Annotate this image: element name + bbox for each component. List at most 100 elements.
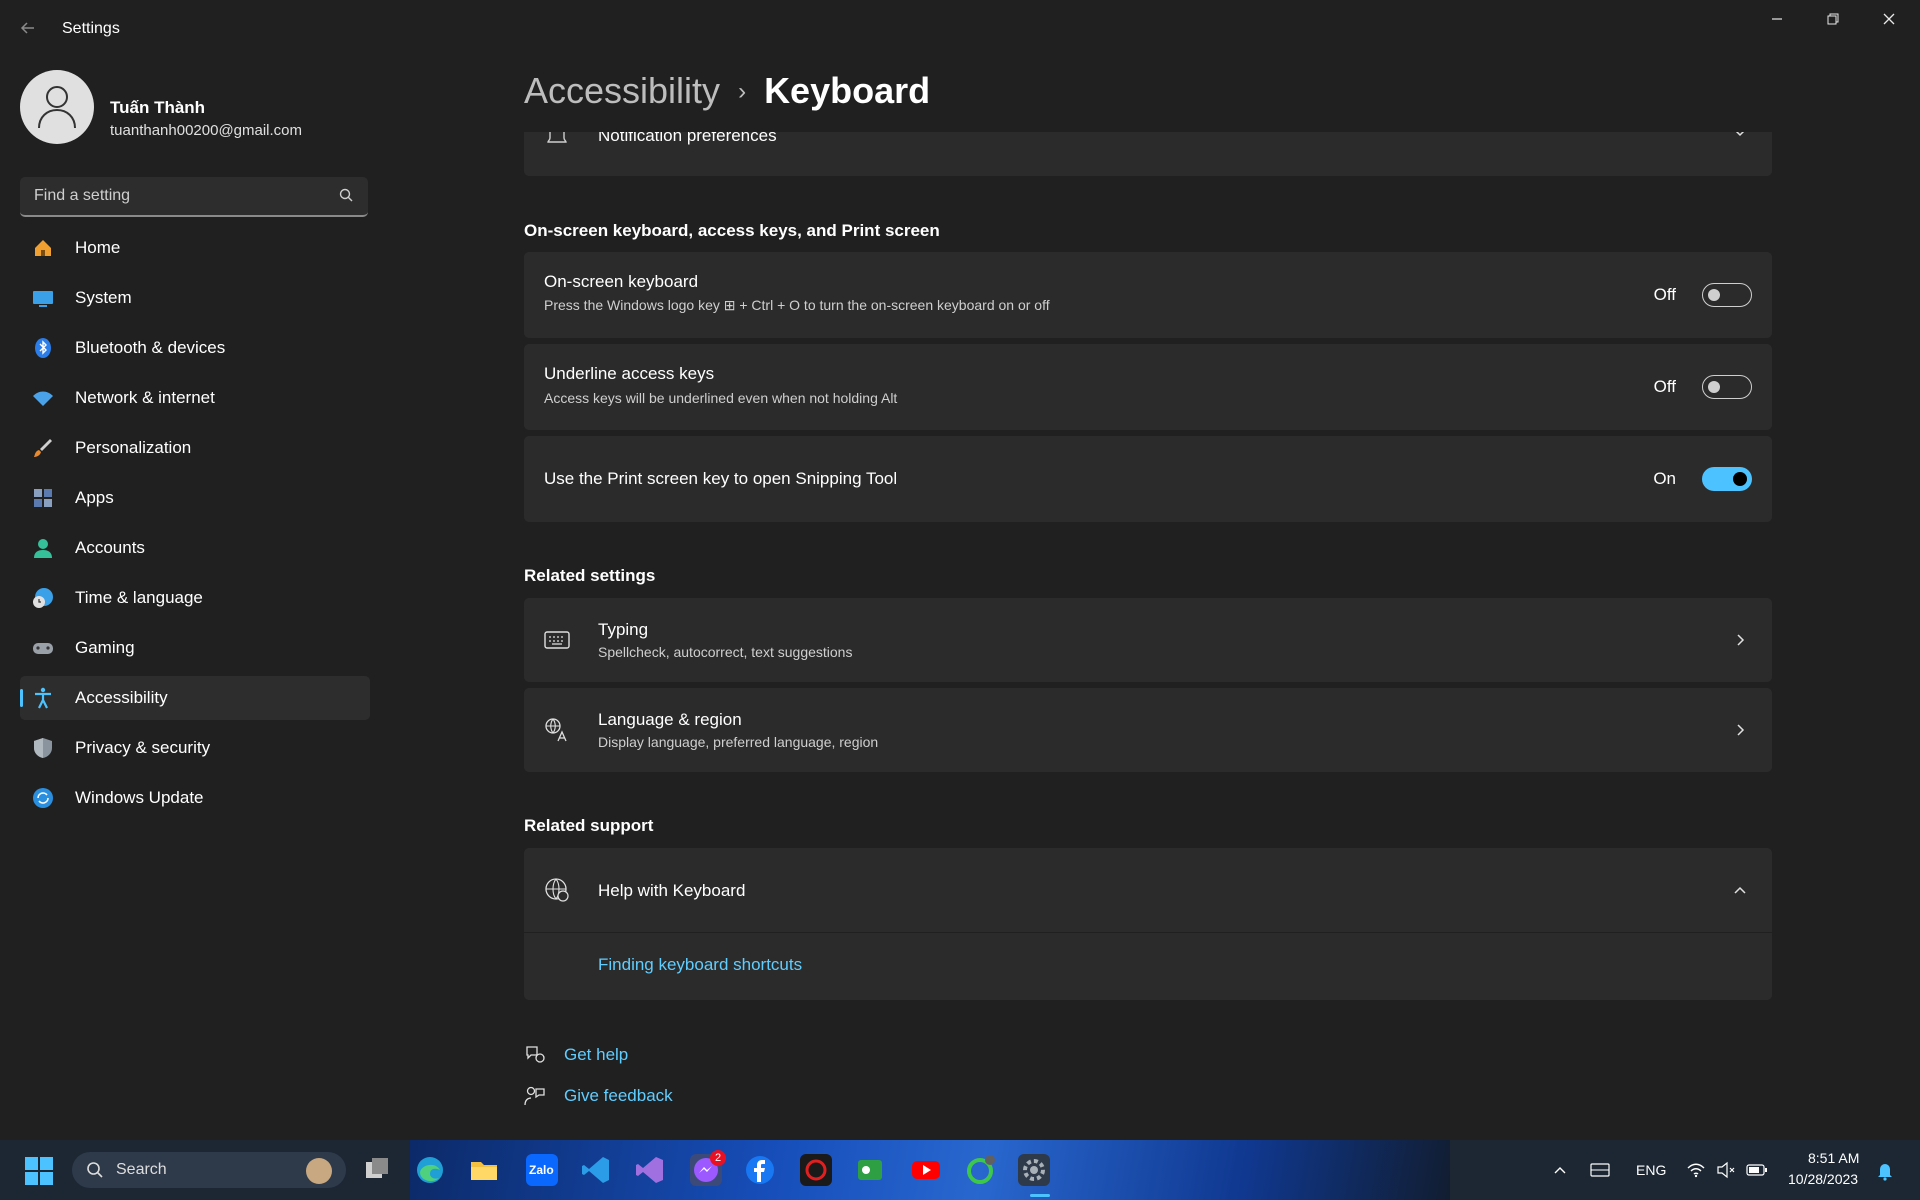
breadcrumb-separator: › bbox=[738, 78, 747, 105]
facebook-icon[interactable] bbox=[744, 1154, 776, 1186]
breadcrumb-parent[interactable]: Accessibility bbox=[524, 70, 720, 111]
edge-icon[interactable] bbox=[414, 1154, 446, 1186]
help-expanded-panel: Finding keyboard shortcuts bbox=[524, 933, 1772, 1000]
task-view-icon[interactable] bbox=[362, 1154, 394, 1186]
zalo-icon[interactable]: Zalo bbox=[526, 1154, 558, 1186]
taskbar-search[interactable]: Search bbox=[72, 1152, 346, 1188]
file-explorer-icon[interactable] bbox=[468, 1154, 500, 1186]
accessibility-icon bbox=[32, 687, 54, 709]
garena-icon[interactable] bbox=[800, 1154, 832, 1186]
row-subtitle: Press the Windows logo key ⊞ + Ctrl + O … bbox=[544, 297, 1050, 313]
breadcrumb: Accessibility › Keyboard bbox=[524, 70, 930, 112]
update-icon bbox=[32, 787, 54, 809]
sidebar-item-network[interactable]: Network & internet bbox=[20, 376, 370, 420]
messenger-icon[interactable]: 2 bbox=[690, 1150, 726, 1186]
home-icon bbox=[32, 237, 54, 259]
sidebar-item-accounts[interactable]: Accounts bbox=[20, 526, 370, 570]
row-title: On-screen keyboard bbox=[544, 272, 699, 291]
get-help-icon bbox=[524, 1044, 545, 1064]
clock-globe-icon bbox=[32, 587, 54, 609]
visual-studio-icon[interactable] bbox=[634, 1154, 666, 1186]
sidebar-item-label: Gaming bbox=[75, 638, 135, 657]
chevron-right-icon bbox=[1732, 722, 1748, 738]
taskbar: Search Zalo 2 ENG 8:51 AM 10/28/2023 bbox=[0, 1140, 1920, 1200]
app-title: Settings bbox=[62, 20, 120, 37]
onscreen-keyboard-row: On-screen keyboard Press the Windows log… bbox=[524, 252, 1772, 338]
search-highlight-icon bbox=[306, 1158, 332, 1184]
start-icon[interactable] bbox=[24, 1156, 54, 1191]
row-subtitle: Spellcheck, autocorrect, text suggestion… bbox=[598, 644, 853, 660]
sidebar-item-accessibility[interactable]: Accessibility bbox=[20, 676, 370, 720]
notification-preferences-row[interactable]: Notification preferences bbox=[524, 132, 1772, 176]
zalo-label: Zalo bbox=[529, 1163, 554, 1177]
search-icon bbox=[338, 187, 354, 208]
close-button[interactable] bbox=[1866, 8, 1912, 32]
keyboard-tray-icon[interactable] bbox=[1590, 1161, 1610, 1184]
typing-row[interactable]: Typing Spellcheck, autocorrect, text sug… bbox=[524, 598, 1772, 682]
give-feedback-link[interactable]: Give feedback bbox=[564, 1086, 673, 1106]
clock-date[interactable]: 10/28/2023 bbox=[1788, 1171, 1858, 1187]
section-title-related-support: Related support bbox=[524, 816, 654, 835]
clock-time[interactable]: 8:51 AM bbox=[1808, 1150, 1859, 1166]
messenger-badge: 2 bbox=[710, 1150, 726, 1166]
chevron-up-icon[interactable] bbox=[1552, 1162, 1568, 1183]
green-app-icon[interactable] bbox=[964, 1154, 996, 1186]
row-title: Typing bbox=[598, 620, 649, 639]
language-region-row[interactable]: Language & region Display language, pref… bbox=[524, 688, 1772, 772]
shield-icon bbox=[32, 737, 54, 759]
sidebar-item-label: Apps bbox=[75, 488, 114, 507]
system-icon bbox=[32, 287, 54, 309]
get-help-link[interactable]: Get help bbox=[564, 1045, 628, 1065]
search-input[interactable]: Find a setting bbox=[20, 177, 368, 217]
battery-icon[interactable] bbox=[1746, 1161, 1768, 1184]
sidebar-item-system[interactable]: System bbox=[20, 276, 370, 320]
sidebar-item-personalization[interactable]: Personalization bbox=[20, 426, 370, 470]
language-indicator[interactable]: ENG bbox=[1636, 1162, 1666, 1178]
underline-access-keys-toggle[interactable] bbox=[1702, 375, 1752, 399]
sidebar-item-label: Accessibility bbox=[75, 688, 168, 707]
sidebar-item-gaming[interactable]: Gaming bbox=[20, 626, 370, 670]
sidebar-item-apps[interactable]: Apps bbox=[20, 476, 370, 520]
cisco-packet-tracer-icon[interactable] bbox=[854, 1154, 886, 1186]
youtube-icon[interactable] bbox=[910, 1154, 942, 1186]
toggle-state-label: On bbox=[1653, 469, 1676, 488]
notification-bell-icon[interactable] bbox=[1876, 1161, 1894, 1186]
sidebar-item-label: Accounts bbox=[75, 538, 145, 557]
sidebar-item-label: Network & internet bbox=[75, 388, 215, 407]
user-email: tuanthanh00200@gmail.com bbox=[110, 122, 303, 139]
sidebar: Tuấn Thành tuanthanh00200@gmail.com Find… bbox=[0, 60, 390, 1140]
back-arrow-icon[interactable] bbox=[18, 18, 42, 42]
help-with-keyboard-row[interactable]: Help with Keyboard bbox=[524, 848, 1772, 932]
onscreen-keyboard-toggle[interactable] bbox=[1702, 283, 1752, 307]
search-icon bbox=[86, 1161, 104, 1184]
title-bar: Settings bbox=[0, 0, 1920, 60]
sidebar-item-label: Bluetooth & devices bbox=[75, 338, 226, 357]
page-title: Keyboard bbox=[764, 70, 931, 111]
chevron-down-icon bbox=[1732, 132, 1748, 140]
wifi-icon bbox=[32, 387, 54, 409]
wifi-icon[interactable] bbox=[1686, 1160, 1706, 1185]
finding-keyboard-shortcuts-link[interactable]: Finding keyboard shortcuts bbox=[598, 955, 802, 975]
sidebar-item-home[interactable]: Home bbox=[20, 226, 370, 270]
avatar bbox=[20, 70, 94, 144]
language-icon bbox=[544, 717, 570, 743]
volume-muted-icon[interactable] bbox=[1716, 1160, 1736, 1185]
sidebar-item-bluetooth[interactable]: Bluetooth & devices bbox=[20, 326, 370, 370]
sidebar-item-privacy[interactable]: Privacy & security bbox=[20, 726, 370, 770]
sidebar-item-windows-update[interactable]: Windows Update bbox=[20, 776, 370, 820]
toggle-state-label: Off bbox=[1653, 285, 1676, 304]
sidebar-item-label: Time & language bbox=[75, 588, 203, 607]
row-subtitle: Access keys will be underlined even when… bbox=[544, 390, 898, 406]
vscode-icon[interactable] bbox=[580, 1154, 612, 1186]
print-screen-toggle[interactable] bbox=[1702, 467, 1752, 491]
main-content: Notification preferences On-screen keybo… bbox=[524, 132, 1774, 1140]
bluetooth-icon bbox=[32, 337, 54, 359]
sidebar-item-time-language[interactable]: Time & language bbox=[20, 576, 370, 620]
chevron-up-icon bbox=[1732, 882, 1748, 898]
accounts-icon bbox=[32, 537, 54, 559]
minimize-button[interactable] bbox=[1754, 8, 1800, 32]
restore-button[interactable] bbox=[1810, 8, 1856, 32]
sidebar-item-label: Home bbox=[75, 238, 121, 257]
settings-taskbar-icon[interactable] bbox=[1018, 1154, 1050, 1186]
notification-preferences-label: Notification preferences bbox=[598, 132, 777, 145]
